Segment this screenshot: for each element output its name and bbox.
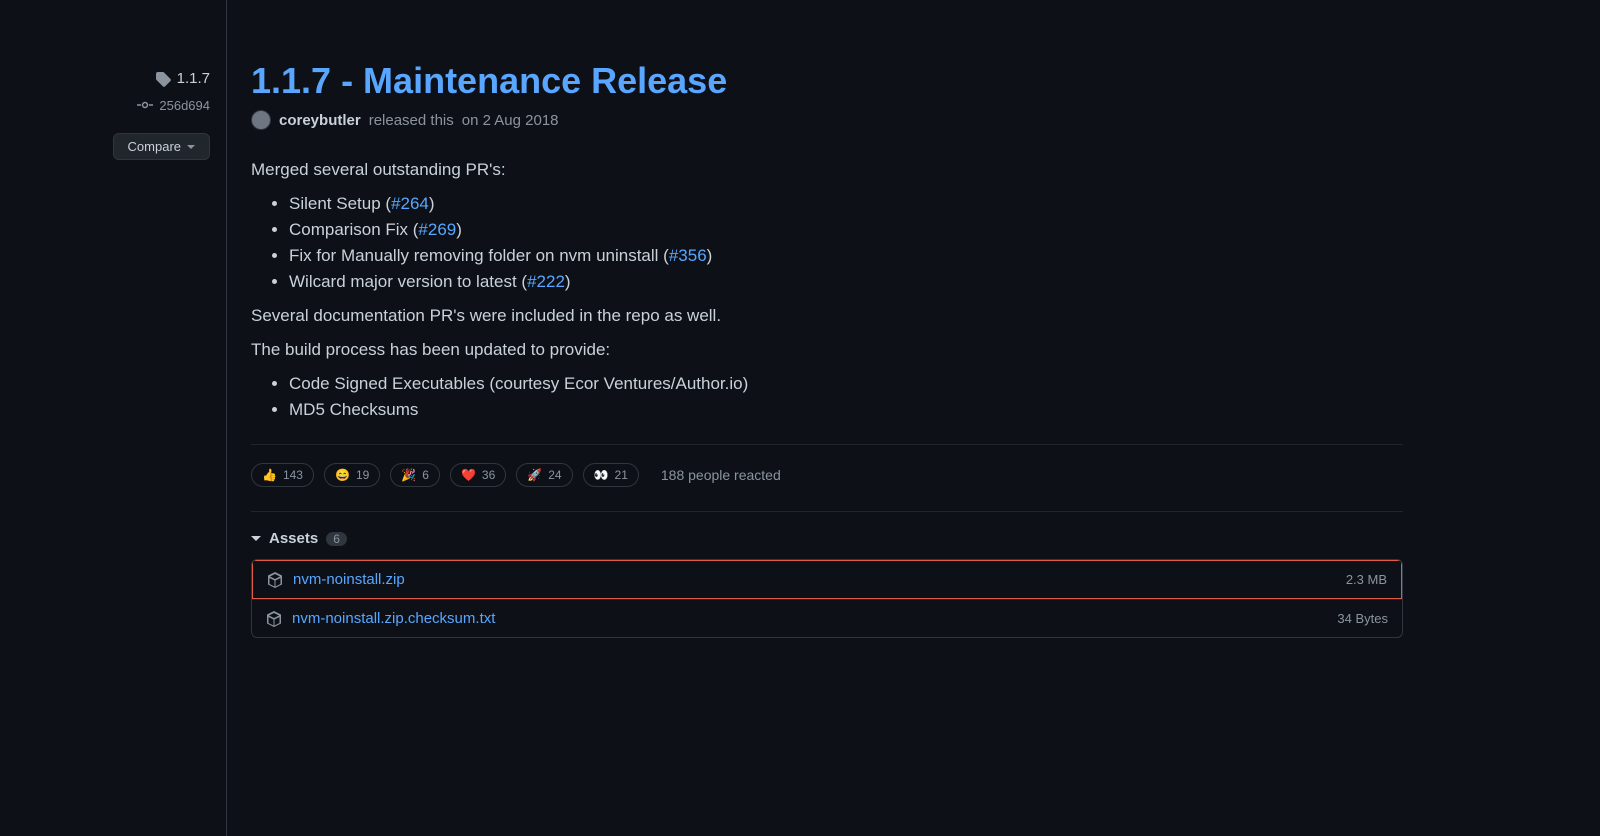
commit-icon <box>137 97 153 113</box>
release-date: on 2 Aug 2018 <box>462 112 559 129</box>
list-item: Code Signed Executables (courtesy Ecor V… <box>289 374 1403 394</box>
release-sidebar: 1.1.7 256d694 Compare <box>0 0 227 836</box>
asset-name: nvm-noinstall.zip <box>293 571 405 588</box>
list-item: MD5 Checksums <box>289 400 1403 420</box>
reaction-tada[interactable]: 🎉6 <box>390 463 440 487</box>
reactions-bar: 👍143 😄19 🎉6 ❤️36 🚀24 👀21 188 people reac… <box>251 463 1403 487</box>
assets-count: 6 <box>326 532 347 546</box>
avatar[interactable] <box>251 110 271 130</box>
list-item: Silent Setup (#264) <box>289 194 1403 214</box>
asset-list: nvm-noinstall.zip 2.3 MB nvm-noinstall.z… <box>251 559 1403 638</box>
assets-toggle[interactable]: Assets 6 <box>251 530 1403 547</box>
reaction-laugh[interactable]: 😄19 <box>324 463 380 487</box>
asset-row[interactable]: nvm-noinstall.zip 2.3 MB <box>252 560 1402 599</box>
release-byline: coreybutler released this on 2 Aug 2018 <box>251 110 1403 130</box>
triangle-down-icon <box>251 536 261 541</box>
reaction-rocket[interactable]: 🚀24 <box>516 463 572 487</box>
asset-size: 2.3 MB <box>1346 572 1387 587</box>
list-item: Wilcard major version to latest (#222) <box>289 272 1403 292</box>
reaction-thumbsup[interactable]: 👍143 <box>251 463 314 487</box>
reaction-summary: 188 people reacted <box>661 467 781 483</box>
doc-note: Several documentation PR's were included… <box>251 306 1403 326</box>
released-text: released this <box>369 112 454 129</box>
pr-link[interactable]: #356 <box>669 246 707 265</box>
caret-down-icon <box>187 145 195 149</box>
reaction-eyes[interactable]: 👀21 <box>583 463 639 487</box>
tag-row[interactable]: 1.1.7 <box>155 70 210 87</box>
package-icon <box>266 611 282 627</box>
build-list: Code Signed Executables (courtesy Ecor V… <box>251 374 1403 420</box>
pr-link[interactable]: #264 <box>391 194 429 213</box>
assets-label: Assets <box>269 530 318 547</box>
intro-text: Merged several outstanding PR's: <box>251 160 1403 180</box>
divider <box>251 511 1403 512</box>
list-item: Comparison Fix (#269) <box>289 220 1403 240</box>
pr-link[interactable]: #222 <box>527 272 565 291</box>
pr-list: Silent Setup (#264) Comparison Fix (#269… <box>251 194 1403 292</box>
commit-sha: 256d694 <box>159 98 210 113</box>
compare-button[interactable]: Compare <box>113 133 210 160</box>
pr-link[interactable]: #269 <box>418 220 456 239</box>
asset-name: nvm-noinstall.zip.checksum.txt <box>292 610 495 627</box>
asset-size: 34 Bytes <box>1337 611 1388 626</box>
author-name[interactable]: coreybutler <box>279 112 361 129</box>
list-item: Fix for Manually removing folder on nvm … <box>289 246 1403 266</box>
package-icon <box>267 572 283 588</box>
tag-name: 1.1.7 <box>177 70 210 87</box>
tag-icon <box>155 71 171 87</box>
build-note: The build process has been updated to pr… <box>251 340 1403 360</box>
commit-row[interactable]: 256d694 <box>137 97 210 113</box>
reaction-heart[interactable]: ❤️36 <box>450 463 506 487</box>
release-main: 1.1.7 - Maintenance Release coreybutler … <box>227 0 1427 836</box>
release-title[interactable]: 1.1.7 - Maintenance Release <box>251 60 1403 102</box>
asset-row[interactable]: nvm-noinstall.zip.checksum.txt 34 Bytes <box>252 599 1402 637</box>
divider <box>251 444 1403 445</box>
compare-label: Compare <box>128 139 181 154</box>
